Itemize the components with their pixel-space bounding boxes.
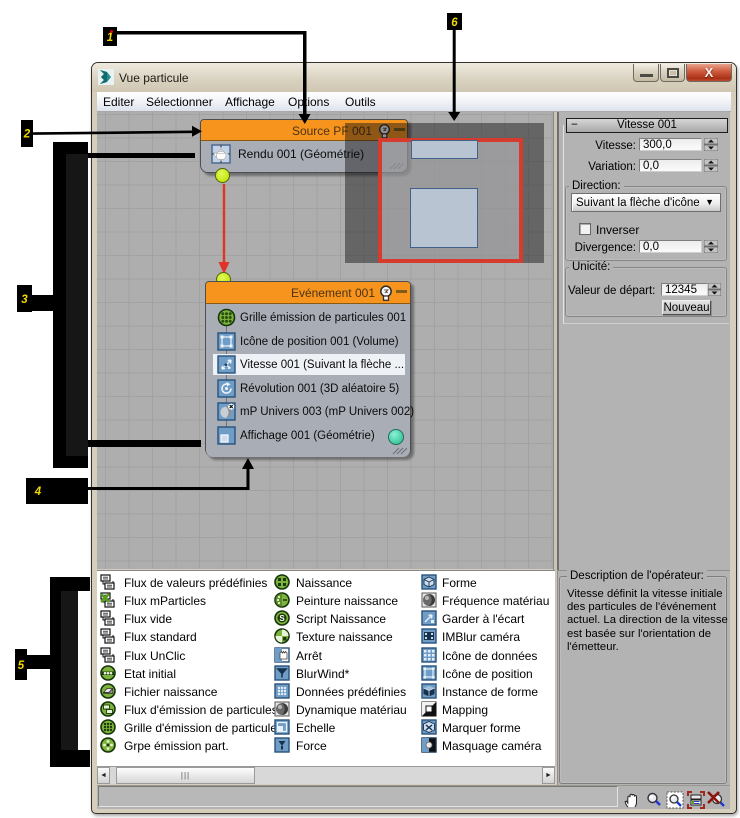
svg-text:S: S [279, 614, 285, 623]
svg-text:3: 3 [21, 294, 28, 306]
svg-text:6: 6 [451, 17, 458, 29]
svg-text:4: 4 [34, 486, 42, 498]
svg-text:2: 2 [23, 129, 31, 141]
svg-text:1: 1 [107, 32, 113, 44]
svg-text:5: 5 [18, 660, 25, 672]
